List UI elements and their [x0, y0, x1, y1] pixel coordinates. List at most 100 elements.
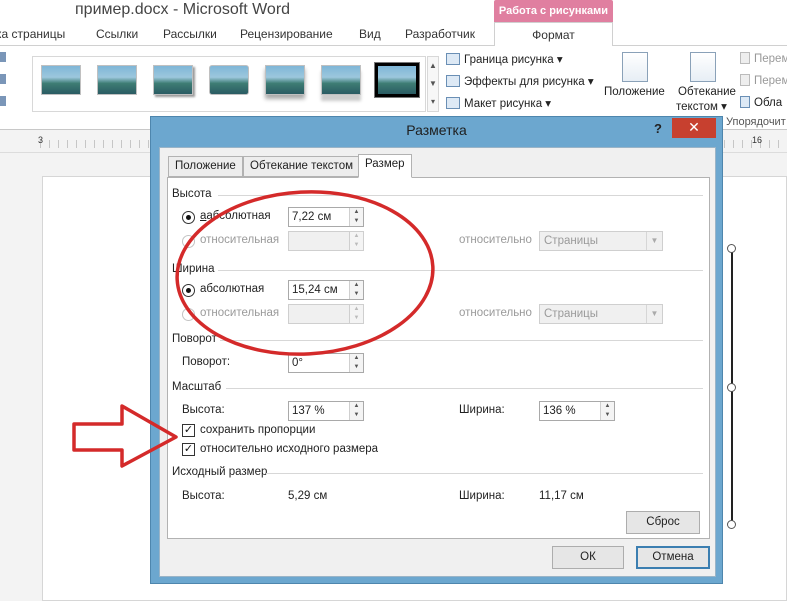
- width-relative-radio[interactable]: [182, 308, 195, 321]
- height-relative-to-select[interactable]: Страницы ▼: [539, 231, 663, 251]
- tab-size[interactable]: Размер: [358, 154, 412, 178]
- rotation-section-title: Поворот: [172, 333, 217, 345]
- height-absolute-input[interactable]: 7,22 см ▲ ▼: [288, 207, 364, 227]
- original-section-title: Исходный размер: [172, 466, 268, 478]
- scale-width-label: Ширина:: [459, 404, 505, 416]
- bring-forward-button[interactable]: Перем: [740, 52, 787, 65]
- resize-handle-mid-right[interactable]: [727, 383, 736, 392]
- ok-button[interactable]: ОК: [552, 546, 624, 569]
- tab-view[interactable]: Вид: [359, 27, 381, 41]
- window-title: пример.docx - Microsoft Word: [75, 1, 291, 18]
- divider: [218, 195, 703, 196]
- width-relative-input[interactable]: ▲ ▼: [288, 304, 364, 324]
- bring-forward-icon: [740, 52, 750, 64]
- height-absolute-radio[interactable]: [182, 211, 195, 224]
- picture-style-2[interactable]: [97, 65, 137, 95]
- picture-style-7-selected[interactable]: [374, 62, 420, 98]
- width-absolute-label: абсолютная: [200, 283, 265, 295]
- send-backward-icon: [740, 74, 750, 86]
- wrap-text-button-line2[interactable]: текстом ▾: [676, 99, 727, 113]
- height-relative-radio[interactable]: [182, 235, 195, 248]
- text-wrap-icon: [690, 52, 716, 82]
- position-button[interactable]: Положение: [604, 86, 665, 98]
- selection-pane-icon: [740, 96, 750, 108]
- close-button[interactable]: ✕: [672, 118, 716, 138]
- spin-arrows-icon[interactable]: ▲ ▼: [349, 402, 363, 420]
- width-relative-to-select[interactable]: Страницы ▼: [539, 304, 663, 324]
- wrap-text-button[interactable]: Обтекание: [678, 86, 736, 98]
- help-button[interactable]: ?: [654, 121, 662, 136]
- scale-width-input[interactable]: 136 % ▲ ▼: [539, 401, 615, 421]
- layout-icon: [446, 97, 460, 109]
- resize-handle-top-right[interactable]: [727, 244, 736, 253]
- size-panel: Высота аабсолютная 7,22 см ▲ ▼ относитель…: [167, 177, 710, 539]
- gallery-scroll[interactable]: ▲ ▼ ▾: [427, 56, 439, 112]
- lock-aspect-checkbox[interactable]: ✓: [182, 424, 195, 437]
- original-height-value: 5,29 см: [288, 490, 328, 502]
- picture-style-4[interactable]: [209, 65, 249, 95]
- divider: [266, 473, 703, 474]
- spin-arrows-icon[interactable]: ▲ ▼: [349, 281, 363, 299]
- height-section-title: Высота: [172, 188, 212, 200]
- tab-position[interactable]: Положение: [168, 156, 243, 177]
- spin-arrows-icon[interactable]: ▲ ▼: [349, 232, 363, 250]
- height-relative-input[interactable]: ▲ ▼: [288, 231, 364, 251]
- scale-section-title: Масштаб: [172, 381, 222, 393]
- chevron-down-icon: ▼: [646, 305, 662, 323]
- rotation-input[interactable]: 0° ▲ ▼: [288, 353, 364, 373]
- position-icon: [622, 52, 648, 82]
- relative-original-label: относительно исходного размера: [200, 443, 379, 455]
- height-relative-to-label: относительно: [459, 234, 532, 246]
- width-section-title: Ширина: [172, 263, 215, 275]
- tab-mailings[interactable]: Рассылки: [163, 27, 217, 41]
- scale-height-input[interactable]: 137 % ▲ ▼: [288, 401, 364, 421]
- scale-height-label: Высота:: [182, 404, 225, 416]
- spin-arrows-icon[interactable]: ▲ ▼: [600, 402, 614, 420]
- chevron-down-icon: ▼: [646, 232, 662, 250]
- width-absolute-input[interactable]: 15,24 см ▲ ▼: [288, 280, 364, 300]
- arrange-group-label: Упорядочит: [726, 116, 786, 128]
- selection-pane-button[interactable]: Обла: [740, 96, 782, 109]
- divider: [220, 340, 703, 341]
- picture-border-button[interactable]: Граница рисунка ▾: [446, 52, 563, 66]
- width-absolute-radio[interactable]: [182, 284, 195, 297]
- tab-page-layout[interactable]: ка страницы: [0, 27, 65, 41]
- spin-arrows-icon[interactable]: ▲ ▼: [349, 208, 363, 226]
- original-height-label: Высота:: [182, 490, 225, 502]
- tab-developer[interactable]: Разработчик: [405, 27, 475, 41]
- picture-effects-button[interactable]: Эффекты для рисунка ▾: [446, 74, 594, 88]
- divider: [218, 270, 703, 271]
- dialog-title: Разметка: [406, 122, 467, 138]
- send-backward-button[interactable]: Перем: [740, 74, 787, 87]
- effects-icon: [446, 75, 460, 87]
- dialog-body: Положение Обтекание текстом Размер Высот…: [159, 147, 716, 577]
- lock-aspect-label: сохранить пропорции: [200, 424, 316, 436]
- spin-arrows-icon[interactable]: ▲ ▼: [349, 305, 363, 323]
- picture-style-5[interactable]: [265, 65, 305, 95]
- rotation-label: Поворот:: [182, 356, 231, 368]
- ruler-number-left: 3: [38, 135, 44, 145]
- height-relative-label: относительная: [200, 234, 280, 246]
- resize-handle-bottom-right[interactable]: [727, 520, 736, 529]
- picture-style-6[interactable]: [321, 65, 361, 95]
- reset-button[interactable]: Сброс: [626, 511, 700, 534]
- picture-style-3[interactable]: [153, 65, 193, 95]
- picture-styles-gallery: [32, 56, 426, 112]
- spin-arrows-icon[interactable]: ▲ ▼: [349, 354, 363, 372]
- context-tab-label: Работа с рисунками: [498, 5, 609, 17]
- tab-references[interactable]: Ссылки: [96, 27, 138, 41]
- width-relative-label: относительная: [200, 307, 280, 319]
- picture-style-1[interactable]: [41, 65, 81, 95]
- relative-original-checkbox[interactable]: ✓: [182, 443, 195, 456]
- cancel-button[interactable]: Отмена: [636, 546, 710, 569]
- pen-icon: [446, 53, 460, 65]
- original-width-label: Ширина:: [459, 490, 505, 502]
- word-titlebar: пример.docx - Microsoft Word Работа с ри…: [0, 0, 787, 22]
- ruler-number-right: 16: [752, 135, 763, 145]
- tab-review[interactable]: Рецензирование: [240, 27, 333, 41]
- picture-layout-button[interactable]: Макет рисунка ▾: [446, 96, 551, 110]
- ribbon-tabs: ка страницы Ссылки Рассылки Рецензирован…: [0, 22, 787, 47]
- tab-format[interactable]: Формат: [494, 22, 613, 47]
- layout-dialog: Разметка ? ✕ Положение Обтекание текстом…: [150, 116, 723, 584]
- tab-text-wrapping[interactable]: Обтекание текстом: [243, 156, 360, 177]
